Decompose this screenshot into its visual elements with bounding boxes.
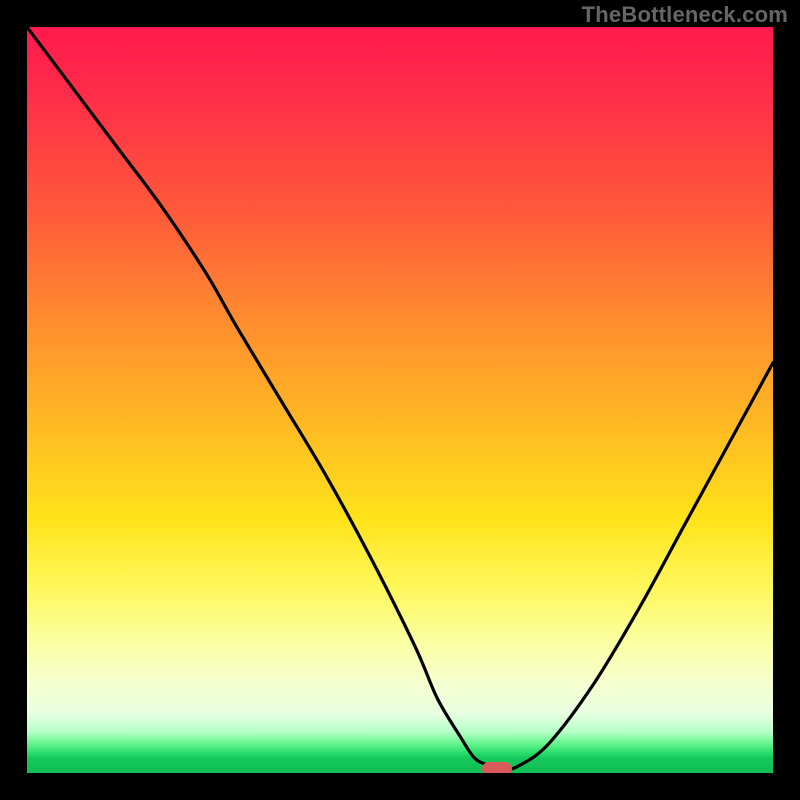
bottleneck-curve [27, 27, 773, 773]
optimum-marker [482, 762, 512, 773]
watermark-text: TheBottleneck.com [582, 2, 788, 28]
plot-area [27, 27, 773, 773]
chart-frame: TheBottleneck.com [0, 0, 800, 800]
